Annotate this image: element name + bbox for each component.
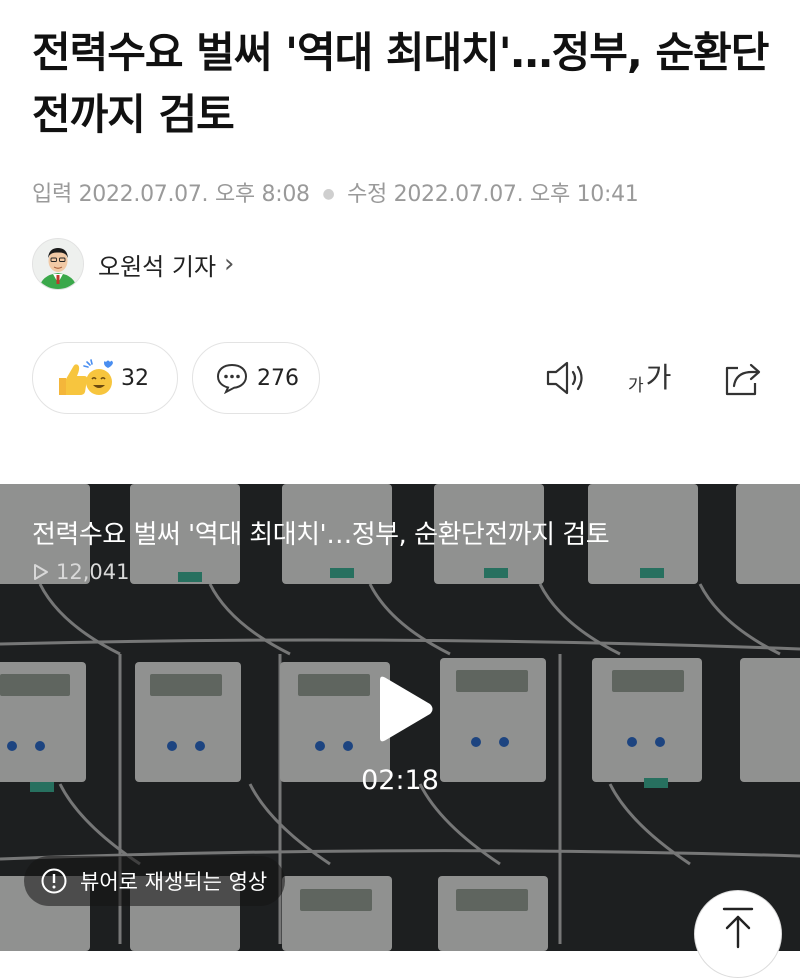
article-meta: 입력 2022.07.07. 오후 8:08 ● 수정 2022.07.07. … <box>32 176 639 208</box>
play-small-icon <box>34 564 48 580</box>
article-headline: 전력수요 벌써 '역대 최대치'…정부, 순환단전까지 검토 <box>32 28 769 139</box>
video-view-count: 12,041 <box>32 560 129 584</box>
font-small-glyph: 가 <box>628 376 644 396</box>
author-link[interactable]: 오원석 기자 › <box>32 238 234 290</box>
video-title: 전력수요 벌써 '역대 최대치'…정부, 순환단전까지 검토 <box>32 520 610 550</box>
thumbs-up-smile-icon <box>59 359 113 395</box>
arrow-up-icon <box>722 907 754 949</box>
reporter-photo <box>33 239 83 289</box>
info-icon <box>41 868 67 894</box>
chevron-right-icon: › <box>224 249 235 279</box>
reaction-count: 32 <box>121 365 149 391</box>
input-label: 입력 <box>32 182 72 207</box>
share-button[interactable] <box>722 356 764 400</box>
avatar <box>32 238 84 290</box>
font-size-button[interactable]: 가 가 <box>628 356 671 396</box>
play-icon[interactable] <box>372 674 436 744</box>
comment-icon <box>216 363 248 394</box>
author-name[interactable]: 오원석 기자 <box>98 247 216 282</box>
scroll-top-button[interactable] <box>694 890 782 978</box>
edit-time: 2022.07.07. 오후 10:41 <box>393 182 639 207</box>
video-duration: 02:18 <box>361 765 439 796</box>
views-value: 12,041 <box>56 560 130 584</box>
font-size-icon: 가 가 <box>628 356 671 396</box>
comment-button[interactable]: 276 <box>192 342 320 414</box>
video-player[interactable]: 전력수요 벌써 '역대 최대치'…정부, 순환단전까지 검토 12,041 02… <box>0 484 800 951</box>
comment-count: 276 <box>257 365 299 391</box>
font-large-glyph: 가 <box>645 361 672 394</box>
speaker-icon <box>546 361 583 395</box>
edit-label: 수정 <box>347 182 387 207</box>
meta-separator: ● <box>322 186 335 202</box>
viewer-notice-text: 뷰어로 재생되는 영상 <box>80 870 268 894</box>
reaction-button[interactable]: 32 <box>32 342 178 414</box>
viewer-notice: 뷰어로 재생되는 영상 <box>24 856 286 906</box>
listen-button[interactable] <box>545 356 587 400</box>
share-icon <box>725 363 761 396</box>
input-time: 2022.07.07. 오후 8:08 <box>78 182 310 207</box>
